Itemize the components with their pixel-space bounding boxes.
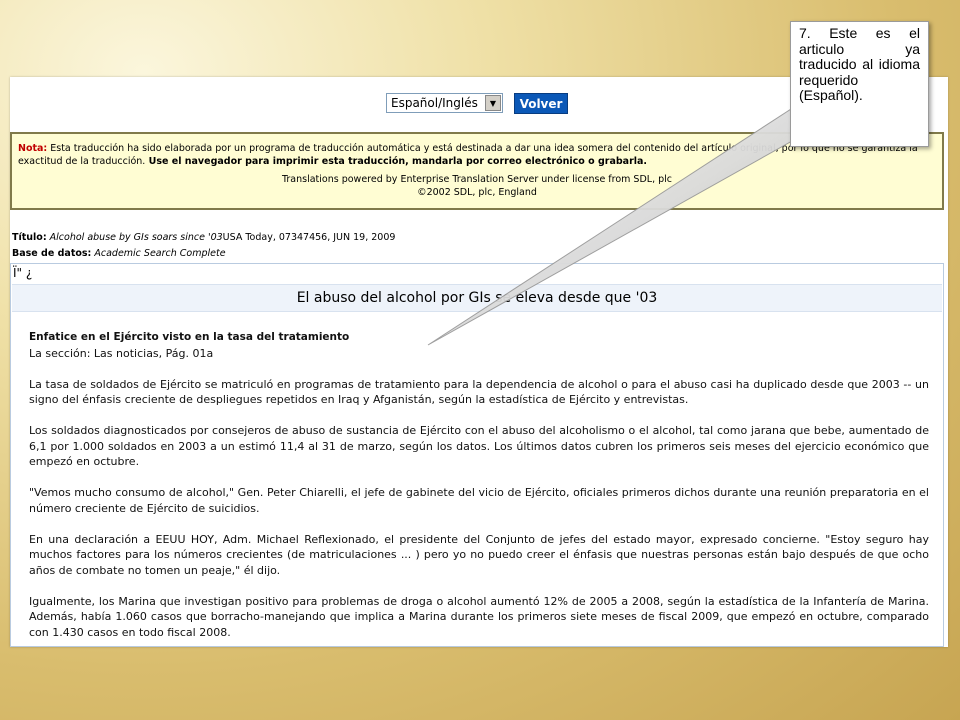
- callout-box: 7. Este es el articulo ya traducido al i…: [790, 21, 929, 147]
